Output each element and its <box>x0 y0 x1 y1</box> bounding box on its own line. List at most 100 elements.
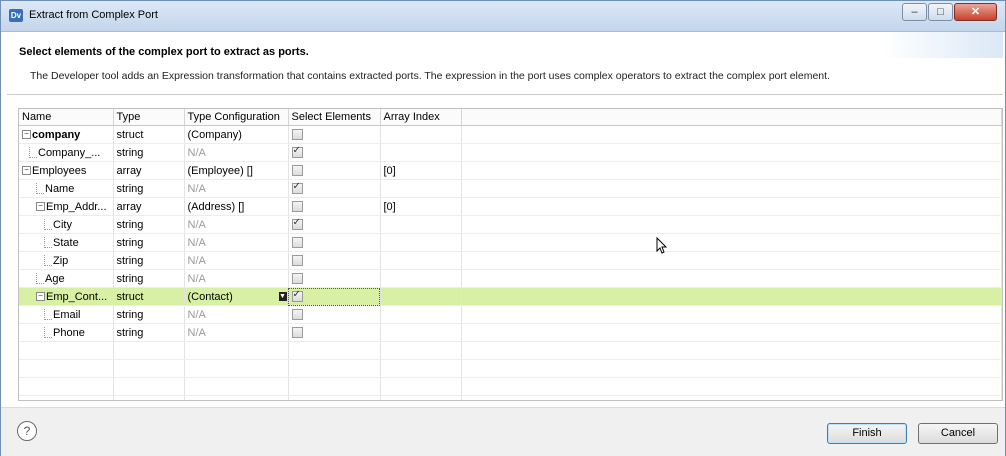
maximize-icon: □ <box>937 6 944 18</box>
type-cell: string <box>113 305 185 324</box>
cancel-button[interactable]: Cancel <box>918 423 998 444</box>
index-cell[interactable] <box>380 179 462 198</box>
index-cell[interactable] <box>380 143 462 162</box>
select-cell <box>288 161 381 180</box>
index-cell[interactable] <box>380 269 462 288</box>
select-checkbox[interactable] <box>291 165 303 177</box>
type-cell: string <box>113 323 185 342</box>
maximize-button[interactable]: □ <box>928 3 953 21</box>
column-header-array-index[interactable]: Array Index <box>380 109 462 126</box>
table-row[interactable]: − company struct (Company) <box>19 125 1002 144</box>
filler-cell <box>461 215 1002 234</box>
table-row[interactable]: Age string N/A <box>19 269 1002 288</box>
select-cell <box>288 125 381 144</box>
config-cell: N/A <box>184 323 289 342</box>
filler-cell <box>461 197 1002 216</box>
close-button[interactable]: ✕ <box>954 3 997 21</box>
type-cell: struct <box>113 287 185 306</box>
name-cell: Age <box>19 269 114 288</box>
header-divider <box>7 94 1003 95</box>
column-header-type[interactable]: Type <box>113 109 185 126</box>
banner-decoration <box>883 32 1003 58</box>
table-row[interactable]: − Employees array (Employee) [] [0] <box>19 161 1002 180</box>
type-cell: string <box>113 233 185 252</box>
select-checkbox[interactable] <box>291 255 303 267</box>
empty-row <box>19 377 1002 396</box>
select-checkbox[interactable] <box>291 145 303 159</box>
table-row[interactable]: State string N/A <box>19 233 1002 252</box>
type-cell: struct <box>113 125 185 144</box>
select-checkbox[interactable] <box>291 129 303 141</box>
empty-row <box>19 359 1002 378</box>
table-row[interactable]: − Emp_Addr... array (Address) [] [0] <box>19 197 1002 216</box>
column-header-name[interactable]: Name <box>19 109 114 126</box>
type-picker-icon[interactable]: ▼ <box>278 292 287 301</box>
select-checkbox[interactable] <box>291 273 303 285</box>
element-name: City <box>53 218 72 231</box>
finish-button[interactable]: Finish <box>827 423 907 444</box>
index-cell[interactable]: [0] <box>380 197 462 216</box>
title-bar[interactable]: Dv Extract from Complex Port – □ ✕ <box>1 1 1005 32</box>
table-row[interactable]: Phone string N/A <box>19 323 1002 342</box>
window-title: Extract from Complex Port <box>29 9 158 21</box>
index-cell[interactable] <box>380 287 462 306</box>
index-cell[interactable] <box>380 305 462 324</box>
select-cell <box>288 323 381 342</box>
select-checkbox[interactable] <box>291 201 303 213</box>
type-cell: array <box>113 197 185 216</box>
element-name: Name <box>45 182 75 195</box>
index-cell[interactable] <box>380 215 462 234</box>
name-cell: Name <box>19 179 114 198</box>
dialog-description: The Developer tool adds an Expression tr… <box>30 70 830 82</box>
table-row[interactable]: Email string N/A <box>19 305 1002 324</box>
filler-cell <box>461 269 1002 288</box>
column-header-filler <box>461 109 1002 126</box>
index-cell[interactable]: [0] <box>380 161 462 180</box>
dialog-footer: ? Finish Cancel <box>1 407 1005 456</box>
collapse-icon[interactable]: − <box>36 292 45 302</box>
table-row[interactable]: Name string N/A <box>19 179 1002 198</box>
select-checkbox[interactable] <box>291 327 303 339</box>
empty-row <box>19 341 1002 360</box>
filler-cell <box>461 143 1002 162</box>
table-row[interactable]: Zip string N/A <box>19 251 1002 270</box>
app-icon: Dv <box>9 9 23 22</box>
filler-cell <box>461 179 1002 198</box>
select-checkbox[interactable] <box>291 237 303 249</box>
select-checkbox[interactable] <box>291 181 303 195</box>
table-row-selected[interactable]: − Emp_Cont... struct (Contact) ▼ <box>19 287 1002 306</box>
collapse-icon[interactable]: − <box>22 166 31 176</box>
select-cell <box>288 287 381 306</box>
minimize-button[interactable]: – <box>902 3 927 21</box>
filler-cell <box>461 251 1002 270</box>
mouse-pointer-icon <box>656 237 668 254</box>
column-header-type-configuration[interactable]: Type Configuration <box>184 109 289 126</box>
index-cell[interactable] <box>380 125 462 144</box>
index-cell[interactable] <box>380 323 462 342</box>
type-cell: array <box>113 161 185 180</box>
index-cell[interactable] <box>380 251 462 270</box>
name-cell: State <box>19 233 114 252</box>
help-button[interactable]: ? <box>17 421 37 441</box>
dialog-header: Select elements of the complex port to e… <box>7 32 1003 89</box>
element-name: Emp_Cont... <box>46 290 108 303</box>
column-header-select-elements[interactable]: Select Elements <box>288 109 381 126</box>
collapse-icon[interactable]: − <box>36 202 45 212</box>
select-cell <box>288 269 381 288</box>
table-row[interactable]: City string N/A <box>19 215 1002 234</box>
config-cell: N/A <box>184 215 289 234</box>
config-cell: N/A <box>184 269 289 288</box>
name-cell: Company_... <box>19 143 114 162</box>
collapse-icon[interactable]: − <box>22 130 31 140</box>
index-cell[interactable] <box>380 233 462 252</box>
type-cell: string <box>113 143 185 162</box>
select-checkbox[interactable] <box>291 217 303 231</box>
table-row[interactable]: Company_... string N/A <box>19 143 1002 162</box>
select-checkbox[interactable] <box>291 289 303 303</box>
name-cell: Phone <box>19 323 114 342</box>
select-checkbox[interactable] <box>291 309 303 321</box>
config-text: (Contact) <box>187 290 233 303</box>
select-cell <box>288 197 381 216</box>
minimize-icon: – <box>911 6 918 18</box>
select-cell <box>288 179 381 198</box>
